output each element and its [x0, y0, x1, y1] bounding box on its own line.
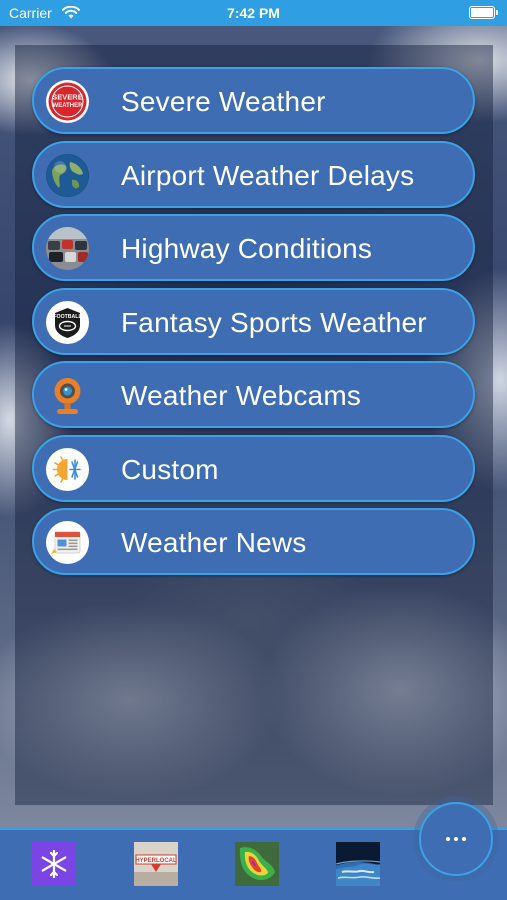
status-time: 7:42 PM	[227, 5, 280, 21]
severe-badge-text-1: SEVERE	[52, 93, 82, 102]
menu-item-airport-weather-delays[interactable]: Airport Weather Delays	[32, 140, 475, 208]
menu-item-severe-weather[interactable]: SEVERE WEATHER Severe Weather	[32, 67, 475, 134]
menu-item-label: Fantasy Sports Weather	[121, 306, 427, 338]
traffic-icon	[46, 227, 89, 270]
menu-item-label: Highway Conditions	[121, 233, 373, 264]
menu-item-label: Airport Weather Delays	[121, 159, 415, 191]
severe-badge-text-2: WEATHER	[53, 103, 84, 109]
more-dots-icon	[446, 837, 466, 841]
menu-item-label: Weather News	[121, 527, 307, 558]
sun-snowflake-icon	[46, 447, 89, 491]
football-icon: FOOTBALL	[46, 300, 89, 344]
radar-icon	[235, 842, 279, 886]
more-button[interactable]	[419, 802, 493, 876]
hyperlocal-text: HYPERLOCAL	[135, 858, 177, 864]
webcam-icon	[46, 374, 89, 417]
menu-item-custom[interactable]: Custom	[32, 434, 475, 502]
globe-icon	[46, 153, 89, 197]
tab-radar[interactable]	[235, 842, 279, 886]
snowflake-icon	[32, 842, 76, 886]
menu-item-label: Custom	[121, 453, 219, 485]
severe-weather-icon: SEVERE WEATHER	[46, 80, 89, 123]
earth-icon	[316, 842, 400, 900]
menu-item-highway-conditions[interactable]: Highway Conditions	[32, 214, 475, 281]
menu-item-weather-news[interactable]: Weather News	[32, 508, 475, 575]
menu-item-fantasy-sports-weather[interactable]: FOOTBALL Fantasy Sports Weather	[32, 287, 475, 355]
newspaper-icon	[46, 521, 89, 564]
menu-item-weather-webcams[interactable]: Weather Webcams	[32, 361, 475, 428]
tab-hyperlocal[interactable]: HYPERLOCAL	[134, 842, 178, 886]
menu-item-label: Weather Webcams	[121, 380, 362, 411]
status-bar: Carrier 7:42 PM	[0, 0, 507, 26]
main-menu: SEVERE WEATHER Severe Weather Airport We…	[32, 67, 475, 582]
hyperlocal-icon: HYPERLOCAL	[134, 842, 178, 886]
tab-earth[interactable]	[316, 842, 400, 900]
tab-snowflake[interactable]	[32, 842, 76, 886]
battery-icon	[469, 6, 498, 19]
menu-item-label: Severe Weather	[121, 86, 326, 117]
football-badge-text: FOOTBALL	[53, 314, 82, 320]
